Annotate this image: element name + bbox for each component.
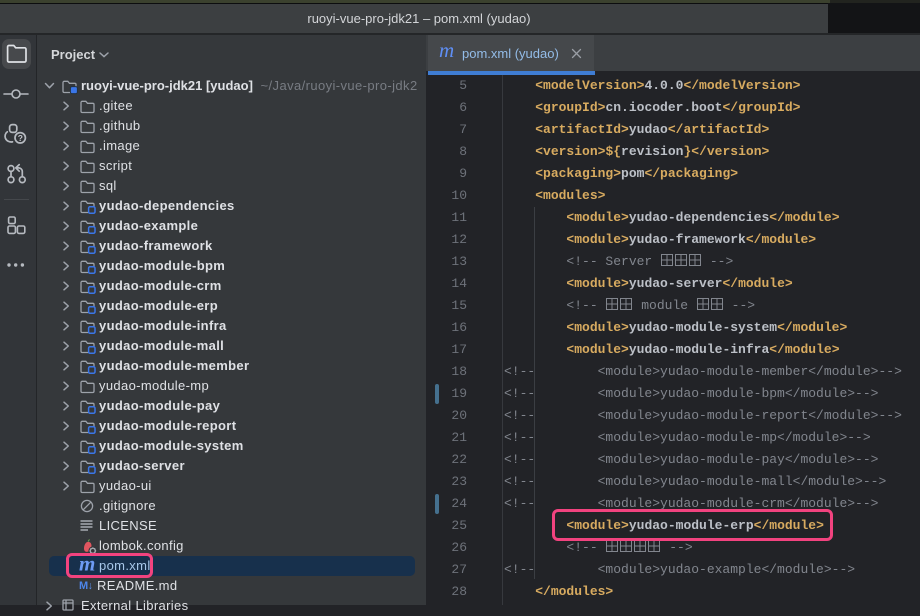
svg-text:m: m (439, 38, 454, 62)
